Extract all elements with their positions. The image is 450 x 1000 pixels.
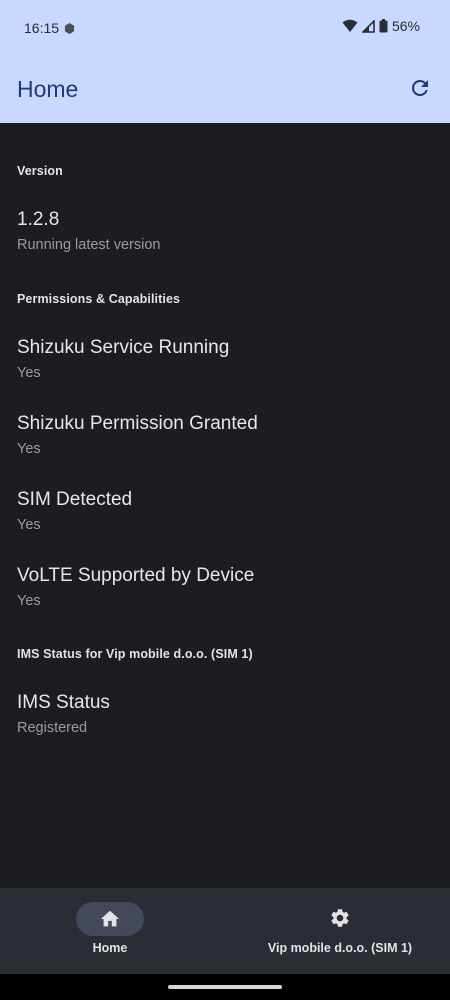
sim-detected-value: Yes [17,517,41,533]
gear-icon [331,909,349,927]
cell-signal-icon [361,19,375,33]
nav-label-sim: Vip mobile d.o.o. (SIM 1) [267,941,413,955]
battery-percent: 56% [391,18,420,34]
nav-item-sim-settings[interactable]: Vip mobile d.o.o. (SIM 1) [230,888,450,974]
nav-label-home: Home [92,941,128,955]
shizuku-service-value: Yes [17,365,41,381]
refresh-icon[interactable] [408,76,432,100]
shizuku-service-title: Shizuku Service Running [17,337,230,358]
version-status: Running latest version [17,237,161,253]
status-time: 16:15 [24,20,60,36]
sim-detected-title: SIM Detected [17,489,133,510]
status-bar: 16:15 56% [0,0,450,56]
version-number: 1.2.8 [17,209,60,230]
gesture-navigation-area [0,974,450,1000]
notification-dot-icon [64,23,75,34]
section-header-version: Version [17,164,63,178]
section-header-permissions: Permissions & Capabilities [17,292,181,306]
shizuku-permission-value: Yes [17,441,41,457]
section-header-ims: IMS Status for Vip mobile d.o.o. (SIM 1) [17,647,253,661]
status-icons: 56% [342,18,420,34]
volte-supported-title: VoLTE Supported by Device [17,565,255,586]
gesture-handle[interactable] [168,985,282,989]
shizuku-permission-title: Shizuku Permission Granted [17,413,258,434]
battery-icon [379,19,388,33]
wifi-icon [342,19,358,32]
bottom-navigation: Home Vip mobile d.o.o. (SIM 1) [0,888,450,974]
page-title: Home [17,76,79,102]
home-icon [100,910,120,927]
ims-status-title: IMS Status [17,692,110,713]
volte-supported-value: Yes [17,593,41,609]
app-bar: Home [0,56,450,123]
ims-status-value: Registered [17,720,88,736]
status-list: Version 1.2.8 Running latest version Per… [0,123,450,888]
nav-item-home[interactable]: Home [0,888,220,974]
